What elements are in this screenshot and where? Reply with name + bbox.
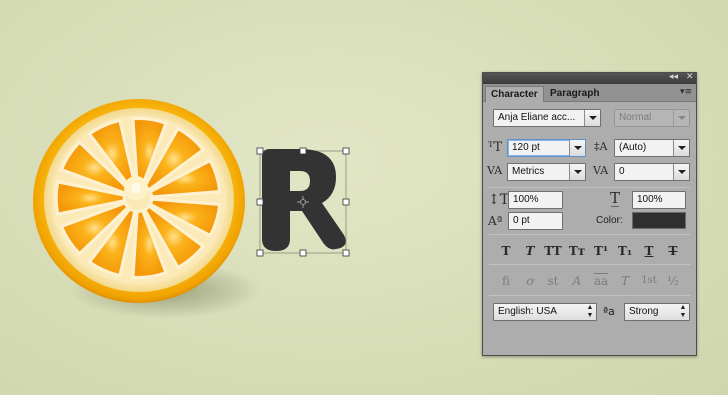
font-style-value: Normal: [619, 112, 652, 123]
language-value: English: USA: [498, 306, 557, 317]
baseline-shift-input[interactable]: 0 pt: [508, 212, 563, 230]
panel-titlebar[interactable]: ◂◂ ✕: [483, 72, 696, 84]
close-panel-icon[interactable]: ✕: [686, 72, 694, 83]
panel-tabbar: Character Paragraph ▾≡: [483, 84, 696, 102]
tab-character[interactable]: Character: [485, 86, 544, 102]
divider: [489, 295, 690, 296]
panel-menu-icon[interactable]: ▾≡: [680, 87, 692, 97]
faux-bold-button[interactable]: T: [496, 243, 516, 259]
font-size-input[interactable]: 120 pt: [507, 139, 586, 157]
tracking-select[interactable]: 0: [614, 163, 690, 181]
all-caps-button[interactable]: TT: [543, 243, 563, 259]
subscript-button[interactable]: T₁: [615, 243, 635, 259]
character-panel: ◂◂ ✕ Character Paragraph ▾≡ Anja Eliane …: [482, 72, 697, 356]
tracking-icon: VA: [593, 164, 609, 177]
updown-arrows-icon[interactable]: ▲ ▼: [677, 304, 689, 320]
language-select[interactable]: English: USA ▲ ▼: [493, 303, 597, 321]
horizontal-scale-input[interactable]: 100%: [632, 191, 686, 209]
horizontal-scale-value: 100%: [637, 194, 663, 205]
selected-text-layer[interactable]: [252, 143, 356, 261]
chevron-down-icon[interactable]: [569, 140, 585, 156]
updown-arrows-icon[interactable]: ▲ ▼: [584, 304, 596, 320]
discretionary-ligatures-button[interactable]: st: [543, 273, 563, 289]
font-family-select[interactable]: Anja Eliane acc...: [493, 109, 601, 127]
vertical-scale-input[interactable]: 100%: [508, 191, 563, 209]
chevron-down-icon[interactable]: [584, 110, 600, 126]
titling-alternates-button[interactable]: T: [615, 273, 635, 289]
stylistic-alternates-button[interactable]: aa: [591, 273, 611, 289]
chevron-down-icon[interactable]: [673, 140, 689, 156]
font-size-value: 120 pt: [512, 142, 540, 153]
leading-select[interactable]: (Auto): [614, 139, 690, 157]
kerning-icon: VA: [487, 164, 503, 177]
divider: [489, 187, 690, 188]
swash-button[interactable]: A: [567, 273, 587, 289]
chevron-down-icon[interactable]: [569, 164, 585, 180]
contextual-alternates-button[interactable]: ơ: [520, 273, 540, 289]
tracking-value: 0: [619, 166, 625, 177]
collapse-panel-icon[interactable]: ◂◂: [669, 72, 678, 83]
color-label: Color:: [596, 215, 623, 226]
antialias-value: Strong: [629, 306, 659, 317]
chevron-down-icon[interactable]: [673, 164, 689, 180]
ordinals-button[interactable]: 1st: [639, 273, 659, 289]
chevron-down-icon[interactable]: [673, 110, 689, 126]
font-family-value: Anja Eliane acc...: [498, 112, 576, 123]
kerning-select[interactable]: Metrics: [507, 163, 586, 181]
antialias-select[interactable]: Strong ▲ ▼: [624, 303, 690, 321]
small-caps-button[interactable]: Tт: [567, 243, 587, 259]
divider: [489, 264, 690, 265]
baseline-shift-icon: Aª: [488, 214, 503, 228]
leading-value: (Auto): [619, 142, 647, 153]
strikethrough-button[interactable]: T: [663, 243, 683, 259]
vertical-scale-icon: ↕T: [488, 192, 510, 208]
text-color-swatch[interactable]: [632, 212, 686, 229]
orange-slice-image: [33, 99, 245, 303]
font-size-icon: ᵀT: [488, 140, 503, 155]
divider: [489, 234, 690, 235]
baseline-shift-value: 0 pt: [513, 215, 530, 226]
superscript-button[interactable]: T¹: [591, 243, 611, 259]
kerning-value: Metrics: [512, 166, 545, 177]
antialias-icon: ªa: [603, 305, 615, 318]
horizontal-scale-icon: T̲: [610, 189, 621, 207]
fractions-button[interactable]: ½: [663, 273, 683, 289]
standard-ligatures-button[interactable]: fi: [496, 273, 516, 289]
underline-button[interactable]: T: [639, 243, 659, 259]
vertical-scale-value: 100%: [513, 194, 539, 205]
faux-italic-button[interactable]: T: [520, 243, 540, 259]
tab-paragraph[interactable]: Paragraph: [545, 86, 604, 102]
font-style-select[interactable]: Normal: [614, 109, 690, 127]
leading-icon: ‡A: [594, 140, 608, 153]
